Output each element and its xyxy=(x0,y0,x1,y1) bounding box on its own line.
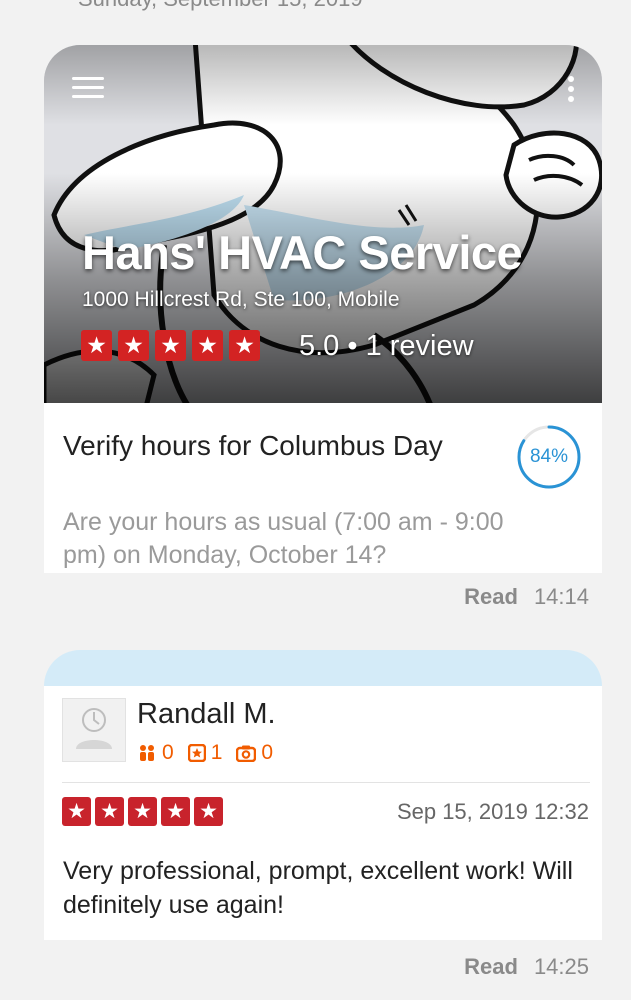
star-icon: ★ xyxy=(161,797,190,826)
star-icon: ★ xyxy=(81,330,112,361)
star-icon: ★ xyxy=(192,330,223,361)
read-status: Read xyxy=(464,584,518,609)
reviewer-stats: 0 1 0 xyxy=(137,741,287,765)
photos-count: 0 xyxy=(236,741,273,765)
star-icon: ★ xyxy=(95,797,124,826)
review-star-rating: ★ ★ ★ ★ ★ xyxy=(62,797,227,826)
review-card[interactable]: Randall M. 0 1 0 ★ ★ ★ ★ ★ Sep 15, 2019 … xyxy=(44,650,602,1000)
business-notification-card[interactable]: Hans' HVAC Service 1000 Hillcrest Rd, St… xyxy=(44,45,602,615)
reviewer-name[interactable]: Randall M. xyxy=(137,698,276,731)
friends-icon xyxy=(137,744,157,762)
review-text: Very professional, prompt, excellent wor… xyxy=(63,857,573,919)
previous-date-label: Sunday, September 15, 2019 xyxy=(78,0,363,12)
star-icon: ★ xyxy=(118,330,149,361)
star-icon: ★ xyxy=(155,330,186,361)
review-card-header xyxy=(44,650,602,690)
hamburger-menu-icon[interactable] xyxy=(72,77,104,99)
business-star-rating: ★ ★ ★ ★ ★ xyxy=(81,330,266,361)
more-vertical-icon[interactable] xyxy=(568,76,574,102)
star-icon: ★ xyxy=(194,797,223,826)
camera-icon xyxy=(236,745,257,762)
message-time: 14:25 xyxy=(533,954,589,979)
star-icon: ★ xyxy=(62,797,91,826)
review-card-body[interactable]: Randall M. 0 1 0 ★ ★ ★ ★ ★ Sep 15, 2019 … xyxy=(44,686,602,940)
progress-percent-label: 84% xyxy=(529,446,569,467)
star-icon: ★ xyxy=(229,330,260,361)
notification-body: Are your hours as usual (7:00 am - 9:00 … xyxy=(63,508,504,569)
star-icon: ★ xyxy=(128,797,157,826)
business-name: Hans' HVAC Service xyxy=(82,226,523,279)
reviews-count: 1 xyxy=(187,741,222,765)
friends-count: 0 xyxy=(137,741,174,765)
business-address: 1000 Hillcrest Rd, Ste 100, Mobile xyxy=(82,288,400,311)
completion-progress-ring: 84% xyxy=(516,424,582,490)
review-star-icon xyxy=(187,744,206,762)
read-status: Read xyxy=(464,954,518,979)
verify-hours-notification[interactable]: Verify hours for Columbus Day Are your h… xyxy=(44,403,602,573)
header-top-shade xyxy=(44,45,602,125)
message-time: 14:14 xyxy=(533,584,589,609)
default-user-icon xyxy=(76,708,112,749)
avatar[interactable] xyxy=(62,698,126,762)
divider xyxy=(62,782,590,783)
notification-title: Verify hours for Columbus Day xyxy=(63,430,443,461)
business-header[interactable]: Hans' HVAC Service 1000 Hillcrest Rd, St… xyxy=(44,45,602,403)
rating-summary: 5.0 • 1 review xyxy=(299,330,474,362)
notification-meta: Read 14:14 xyxy=(464,584,589,610)
review-date: Sep 15, 2019 12:32 xyxy=(396,799,589,824)
review-meta: Read 14:25 xyxy=(464,954,589,980)
